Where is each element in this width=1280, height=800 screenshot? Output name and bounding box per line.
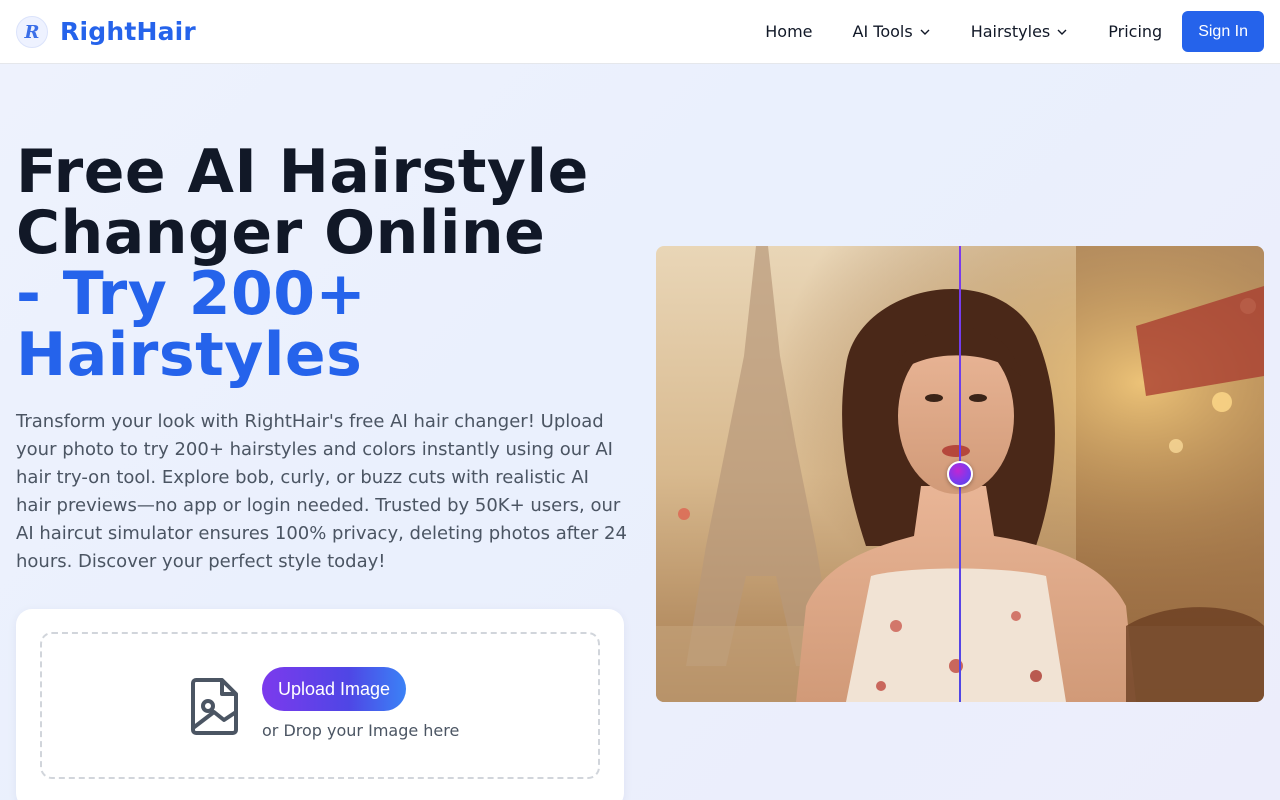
image-drop-zone[interactable]: Upload Image or Drop your Image here <box>40 632 600 779</box>
upload-image-button[interactable]: Upload Image <box>262 667 407 711</box>
site-header: R RightHair Home AI Tools Hairstyles Pri… <box>0 0 1280 64</box>
nav-pricing[interactable]: Pricing <box>1108 22 1162 41</box>
brand-logo-icon: R <box>24 22 40 43</box>
upload-card: Upload Image or Drop your Image here <box>16 609 624 800</box>
nav-home[interactable]: Home <box>765 22 812 41</box>
title-accent-line-2: Hairstyles <box>16 320 363 390</box>
nav-hairstyles[interactable]: Hairstyles <box>971 22 1069 41</box>
brand-logo: R <box>16 15 48 48</box>
hero-description: Transform your look with RightHair's fre… <box>16 411 627 572</box>
chevron-down-icon <box>920 29 930 35</box>
page-title: Free AI Hairstyle Changer Online - Try 2… <box>16 142 636 386</box>
title-line-2: Changer Online <box>16 198 546 268</box>
nav-ai-tools[interactable]: AI Tools <box>853 22 931 41</box>
comparison-slider-handle[interactable] <box>947 461 973 487</box>
nav-ai-tools-label: AI Tools <box>852 22 913 41</box>
sign-in-button[interactable]: Sign In <box>1182 11 1264 52</box>
drop-hint: or Drop your Image here <box>262 721 460 740</box>
title-accent-line-1: - Try 200+ <box>16 259 367 329</box>
main-nav: Home AI Tools Hairstyles Pricing Sign In <box>765 11 1264 52</box>
svg-text:R: R <box>24 22 40 43</box>
image-upload-icon <box>191 678 238 735</box>
nav-pricing-label: Pricing <box>1108 22 1163 41</box>
brand-name[interactable]: RightHair <box>60 17 196 46</box>
chevron-down-icon <box>1057 29 1067 35</box>
title-line-1: Free AI Hairstyle <box>16 137 589 207</box>
nav-hairstyles-label: Hairstyles <box>970 22 1051 41</box>
nav-home-label: Home <box>765 22 813 41</box>
brand[interactable]: R RightHair <box>16 15 196 48</box>
before-after-comparison[interactable] <box>656 246 1264 702</box>
